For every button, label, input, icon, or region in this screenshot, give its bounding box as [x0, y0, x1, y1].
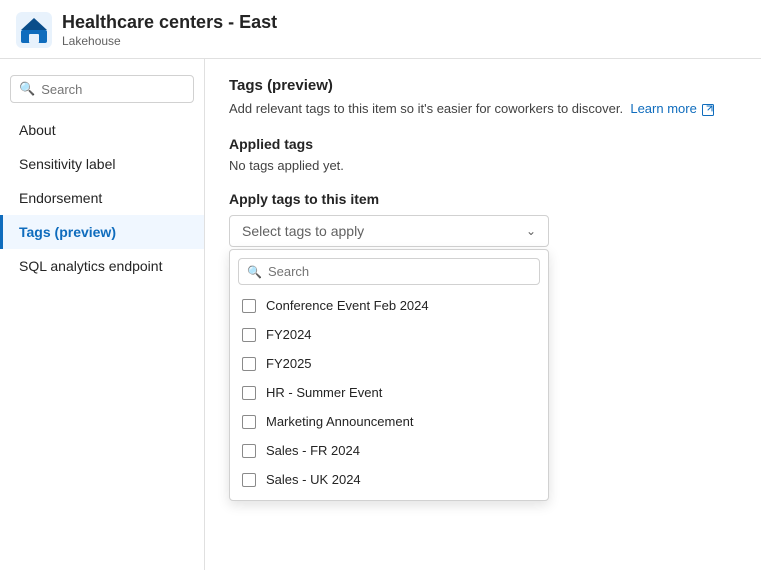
sidebar-item-endorsement[interactable]: Endorsement — [0, 181, 204, 215]
sidebar-search-box[interactable]: 🔍 — [10, 75, 194, 103]
tag-option-label: Sales - UK 2024 — [266, 472, 361, 487]
tag-checkbox[interactable] — [242, 386, 256, 400]
tag-option-item[interactable]: FY2024 — [230, 320, 548, 349]
sidebar-search-input[interactable] — [41, 82, 185, 97]
tag-checkbox[interactable] — [242, 328, 256, 342]
tag-checkbox[interactable] — [242, 357, 256, 371]
dropdown-search-input[interactable] — [268, 264, 531, 279]
tag-option-item[interactable]: HR - Summer Event — [230, 378, 548, 407]
tag-options-list: Conference Event Feb 2024 FY2024 FY2025 HR … — [230, 291, 548, 494]
tag-option-label: FY2024 — [266, 327, 312, 342]
main-content: Tags (preview) Add relevant tags to this… — [205, 59, 761, 570]
tag-checkbox[interactable] — [242, 444, 256, 458]
tag-option-item[interactable]: Sales - FR 2024 — [230, 436, 548, 465]
tag-option-label: Conference Event Feb 2024 — [266, 298, 429, 313]
chevron-down-icon: ⌄ — [526, 224, 536, 238]
tags-dropdown-container: Select tags to apply ⌄ 🔍 Conference Even… — [229, 215, 549, 247]
header: Healthcare centers - East Lakehouse — [0, 0, 761, 59]
section-title: Tags (preview) — [229, 77, 737, 94]
applied-tags-label: Applied tags — [229, 136, 737, 152]
tag-option-item[interactable]: Conference Event Feb 2024 — [230, 291, 548, 320]
external-link-icon — [702, 104, 714, 116]
tags-dropdown-panel: 🔍 Conference Event Feb 2024 FY2024 FY2025 H… — [229, 249, 549, 501]
sidebar: 🔍 About Sensitivity label Endorsement Ta… — [0, 59, 205, 570]
learn-more-link[interactable]: Learn more — [630, 101, 696, 116]
tag-option-item[interactable]: Marketing Announcement — [230, 407, 548, 436]
tags-dropdown-trigger[interactable]: Select tags to apply ⌄ — [229, 215, 549, 247]
dropdown-search-box[interactable]: 🔍 — [238, 258, 540, 285]
app-title: Healthcare centers - East — [62, 12, 277, 34]
apply-tags-label: Apply tags to this item — [229, 191, 737, 207]
dropdown-placeholder-text: Select tags to apply — [242, 223, 364, 239]
tag-option-label: Marketing Announcement — [266, 414, 413, 429]
sidebar-item-sql-analytics-endpoint[interactable]: SQL analytics endpoint — [0, 249, 204, 283]
no-tags-text: No tags applied yet. — [229, 158, 737, 173]
tag-option-label: Sales - FR 2024 — [266, 443, 360, 458]
tag-option-item[interactable]: Sales - UK 2024 — [230, 465, 548, 494]
header-text: Healthcare centers - East Lakehouse — [62, 12, 277, 48]
description: Add relevant tags to this item so it's e… — [229, 100, 737, 118]
description-text: Add relevant tags to this item so it's e… — [229, 101, 623, 116]
tag-checkbox[interactable] — [242, 473, 256, 487]
app-subtitle: Lakehouse — [62, 34, 277, 48]
sidebar-item-sensitivity-label[interactable]: Sensitivity label — [0, 147, 204, 181]
dropdown-search-icon: 🔍 — [247, 265, 262, 279]
tag-checkbox[interactable] — [242, 415, 256, 429]
lakehouse-icon — [16, 12, 52, 48]
tag-option-label: HR - Summer Event — [266, 385, 382, 400]
sidebar-item-about[interactable]: About — [0, 113, 204, 147]
tag-option-label: FY2025 — [266, 356, 312, 371]
search-icon: 🔍 — [19, 81, 35, 97]
tag-checkbox[interactable] — [242, 299, 256, 313]
sidebar-item-tags-preview[interactable]: Tags (preview) — [0, 215, 204, 249]
tag-option-item[interactable]: FY2025 — [230, 349, 548, 378]
